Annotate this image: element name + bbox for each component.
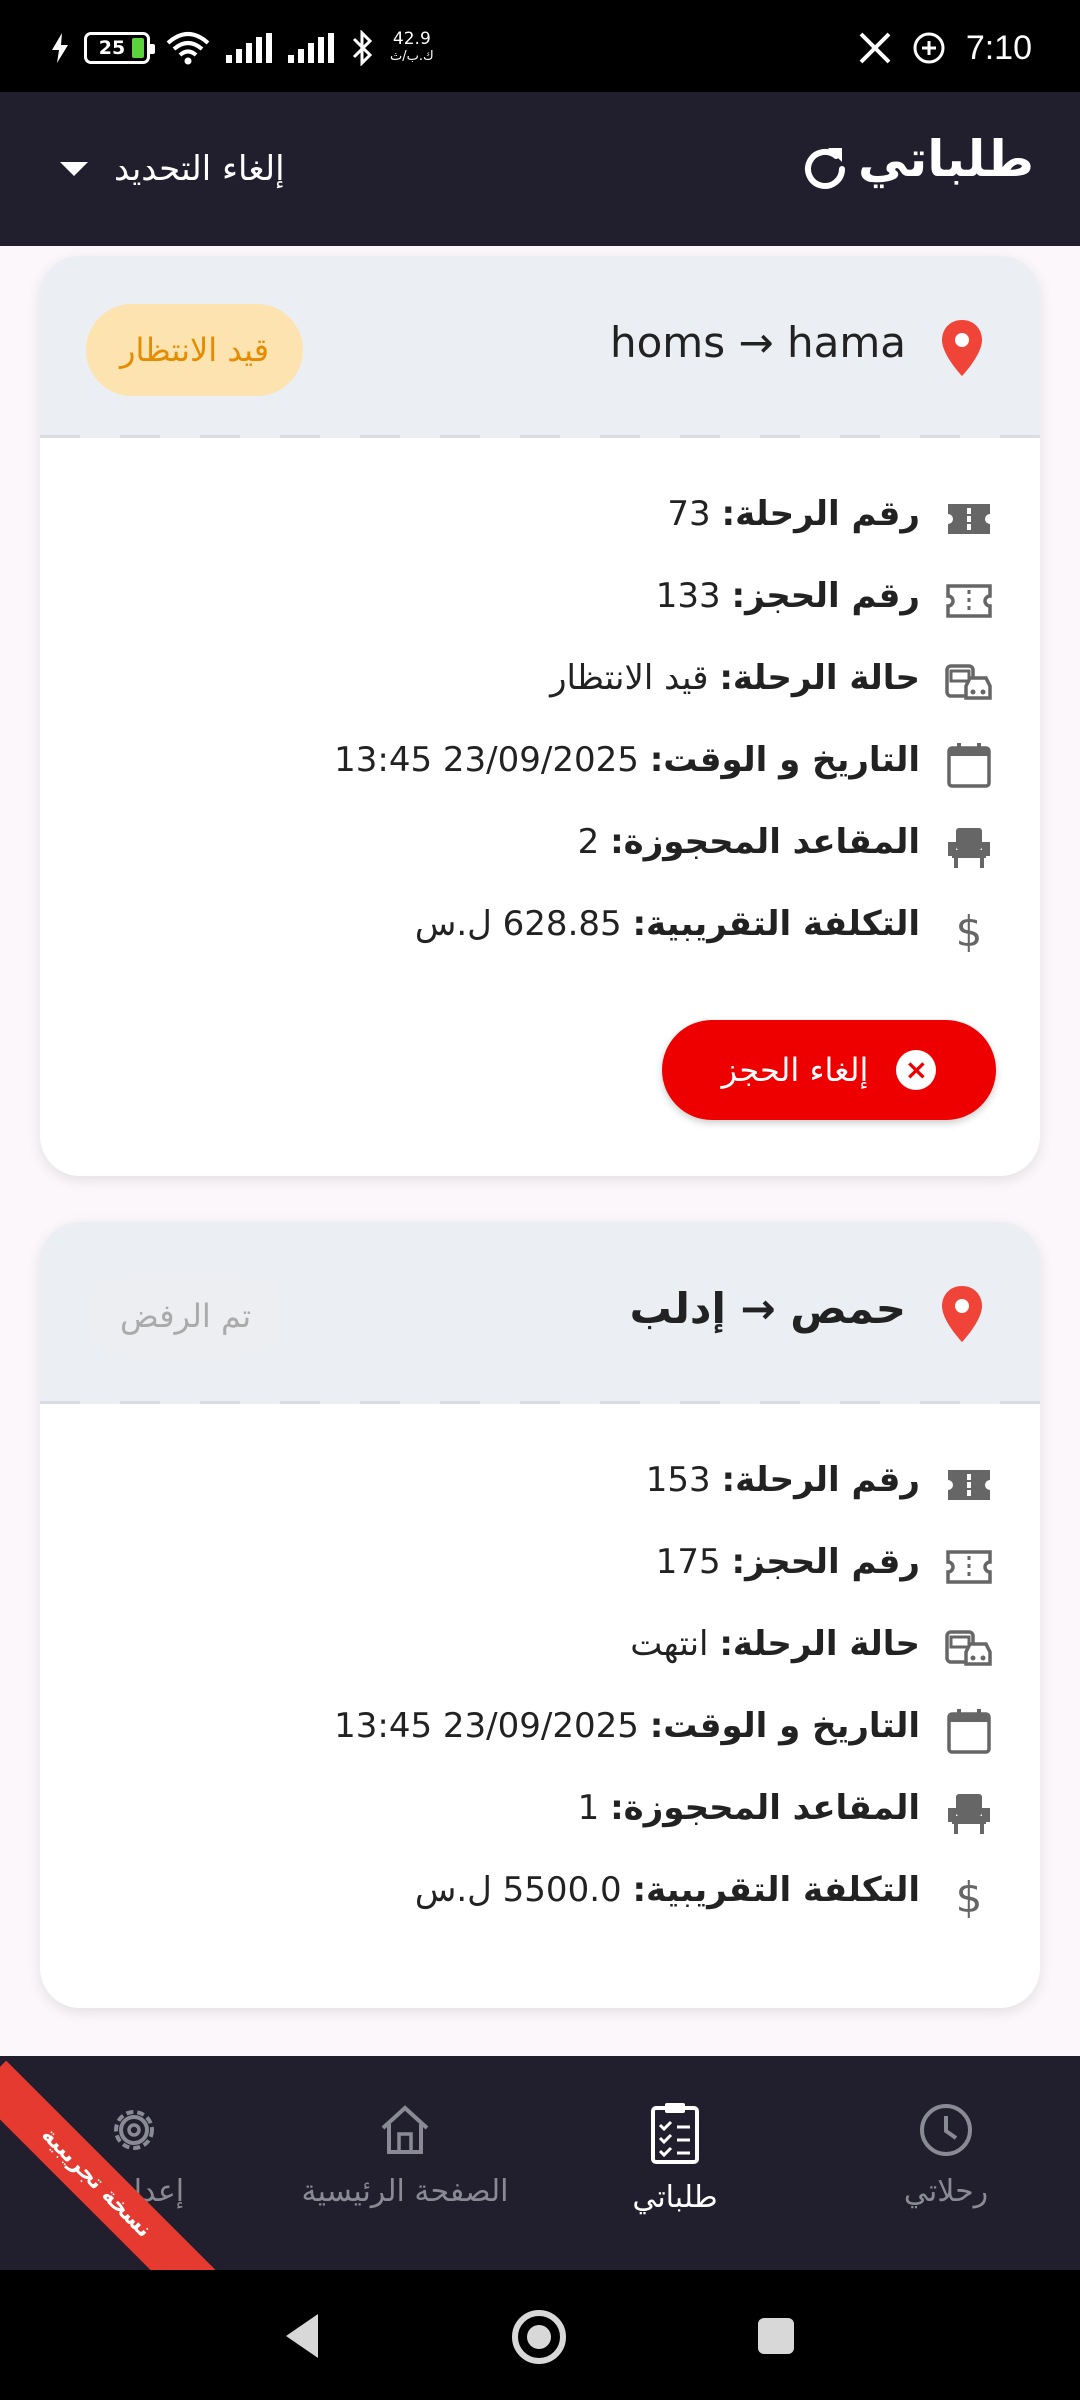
charging-icon: [52, 33, 68, 63]
trip-status-value: انتهت: [630, 1624, 709, 1664]
recents-icon[interactable]: [756, 2316, 796, 2356]
cost-label: التكلفة التقريبية:: [632, 904, 920, 944]
date-time-row: التاريخ و الوقت: 23/09/2025 13:45: [40, 724, 1040, 806]
calendar-icon: [947, 1709, 991, 1754]
nav-label-home: الصفحة الرئيسية: [301, 2174, 509, 2209]
cost-value: 628.85 ل.س: [414, 904, 622, 944]
back-icon[interactable]: [282, 2312, 322, 2360]
bus-car-icon: [945, 664, 992, 700]
nav-item-my-trips[interactable]: رحلاتي: [816, 2100, 1076, 2209]
clipboard-list-icon: [651, 2103, 699, 2164]
battery-icon: 25: [84, 32, 155, 64]
location-pin-icon: [942, 1286, 982, 1342]
seats-label: المقاعد المحجوزة:: [610, 1788, 920, 1828]
request-card: حمص → إدلب تم الرفض رقم الرحلة: 153 رقم …: [40, 1222, 1040, 2008]
cost-value: 5500.0 ل.س: [414, 1870, 622, 1910]
booking-number-row: رقم الحجز: 133: [40, 560, 1040, 642]
cost-label: التكلفة التقريبية:: [632, 1870, 920, 1910]
trip-number-row: رقم الرحلة: 153: [40, 1444, 1040, 1526]
request-card: homs → hama قيد الانتظار رقم الرحلة: 73 …: [40, 256, 1040, 1176]
cancel-booking-label: إلغاء الحجز: [721, 1051, 869, 1089]
chevron-down-icon: [60, 162, 88, 176]
date-time-label: التاريخ و الوقت:: [649, 740, 920, 780]
cost-row: $ التكلفة التقريبية: 5500.0 ل.س: [40, 1854, 1040, 1936]
dollar-icon: $: [956, 907, 983, 954]
date-time-value: 23/09/2025 13:45: [334, 740, 639, 780]
seats-row: المقاعد المحجوزة: 2: [40, 806, 1040, 888]
booking-number-row: رقم الحجز: 175: [40, 1526, 1040, 1608]
card-header: homs → hama قيد الانتظار: [40, 256, 1040, 438]
cost-row: $ التكلفة التقريبية: 628.85 ل.س: [40, 888, 1040, 970]
clock-icon: [920, 2104, 972, 2156]
bluetooth-icon: [352, 30, 373, 66]
route-text: حمص → إدلب: [629, 1284, 906, 1333]
x-app-icon: [859, 32, 891, 64]
signal-icon-1: [226, 33, 272, 63]
system-navigation-bar: [0, 2270, 1080, 2400]
ticket-icon: [948, 1470, 990, 1500]
status-badge: قيد الانتظار: [86, 304, 304, 396]
trip-number-value: 73: [667, 494, 711, 534]
calendar-icon: [947, 743, 991, 788]
location-pin-icon: [942, 320, 982, 376]
dollar-icon: $: [956, 1873, 983, 1920]
ticket-outline-icon: [946, 584, 992, 618]
gear-icon: [114, 2110, 154, 2150]
trip-status-label: حالة الرحلة:: [719, 1624, 920, 1664]
network-speed: 42.9 ك.ب/ث: [390, 31, 434, 65]
battery-level: 25: [98, 37, 126, 59]
bus-car-icon: [945, 1630, 992, 1666]
filter-label: إلغاء التحديد: [114, 149, 285, 189]
route-text: homs → hama: [609, 318, 906, 367]
trip-number-value: 153: [645, 1460, 711, 1500]
home-circle-icon[interactable]: [510, 2308, 568, 2366]
seat-icon: [948, 1794, 990, 1834]
trip-status-value: قيد الانتظار: [550, 658, 709, 698]
network-speed-value: 42.9: [392, 29, 431, 49]
date-time-label: التاريخ و الوقت:: [649, 1706, 920, 1746]
messenger-icon: [913, 32, 945, 64]
booking-number-label: رقم الحجز:: [731, 576, 920, 616]
seats-value: 2: [577, 822, 600, 862]
ticket-icon: [948, 504, 990, 534]
booking-number-label: رقم الحجز:: [731, 1542, 920, 1582]
seat-icon: [948, 828, 990, 868]
status-bar: 25 42.9 ك.ب/ث 7:10: [0, 0, 1080, 92]
booking-number-value: 133: [655, 576, 721, 616]
nav-item-home[interactable]: الصفحة الرئيسية: [275, 2100, 535, 2209]
ticket-outline-icon: [946, 1550, 992, 1584]
clock: 7:10: [965, 28, 1032, 67]
nav-item-my-requests[interactable]: طلباتي: [545, 2100, 805, 2215]
refresh-icon[interactable]: [798, 142, 852, 196]
status-badge: تم الرفض: [86, 1274, 286, 1358]
seats-row: المقاعد المحجوزة: 1: [40, 1772, 1040, 1854]
card-header: حمص → إدلب تم الرفض: [40, 1222, 1040, 1404]
nav-label-my-requests: طلباتي: [632, 2180, 718, 2215]
cancel-booking-button[interactable]: × إلغاء الحجز: [662, 1020, 996, 1120]
trip-number-label: رقم الرحلة:: [721, 1460, 920, 1500]
home-icon: [381, 2105, 429, 2154]
trip-status-row: حالة الرحلة: انتهت: [40, 1608, 1040, 1690]
booking-number-value: 175: [655, 1542, 721, 1582]
app-bar: طلباتي إلغاء التحديد: [0, 92, 1080, 246]
trip-number-row: رقم الرحلة: 73: [40, 478, 1040, 560]
date-time-row: التاريخ و الوقت: 23/09/2025 13:45: [40, 1690, 1040, 1772]
trip-number-label: رقم الرحلة:: [721, 494, 920, 534]
close-icon: ×: [896, 1050, 937, 1090]
page-title: طلباتي: [857, 130, 1034, 188]
seats-label: المقاعد المحجوزة:: [610, 822, 920, 862]
network-speed-unit: ك.ب/ث: [390, 49, 434, 64]
filter-dropdown[interactable]: إلغاء التحديد: [60, 142, 285, 196]
svg-text:$: $: [956, 1873, 983, 1920]
signal-icon-2: [288, 33, 334, 63]
trip-status-row: حالة الرحلة: قيد الانتظار: [40, 642, 1040, 724]
svg-text:$: $: [956, 907, 983, 954]
wifi-icon: [166, 32, 210, 65]
date-time-value: 23/09/2025 13:45: [334, 1706, 639, 1746]
seats-value: 1: [577, 1788, 600, 1828]
trip-status-label: حالة الرحلة:: [719, 658, 920, 698]
nav-label-my-trips: رحلاتي: [903, 2174, 989, 2209]
